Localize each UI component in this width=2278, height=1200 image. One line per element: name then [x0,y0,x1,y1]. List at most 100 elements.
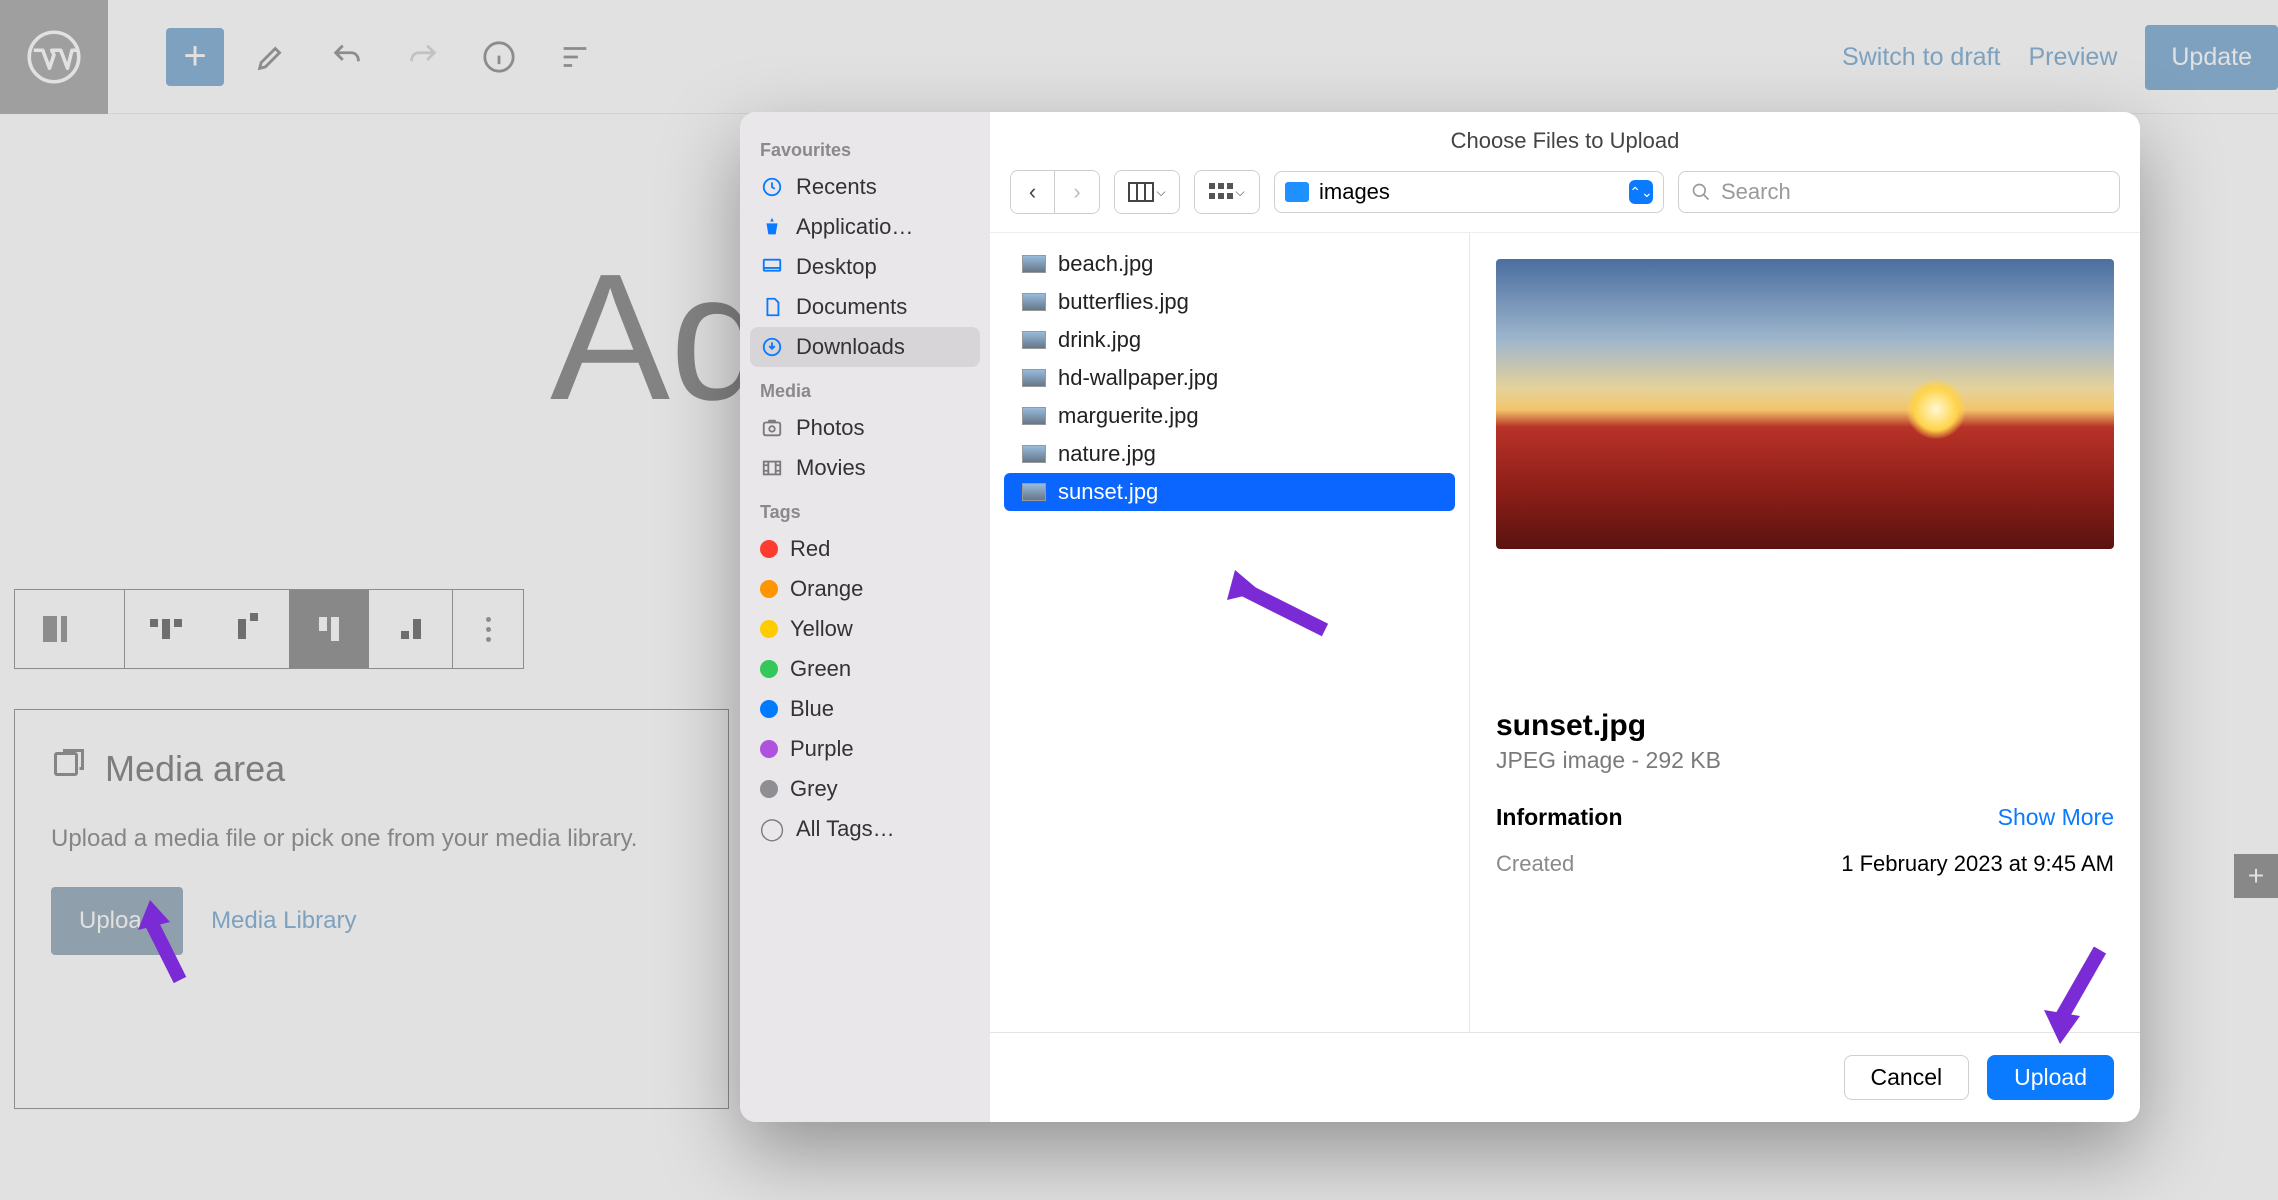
dropdown-chevron-icon: ⌃⌄ [1629,180,1653,204]
switch-to-draft-link[interactable]: Switch to draft [1842,43,2000,72]
align-none-button[interactable] [126,590,206,668]
tag-dot-icon [760,580,778,598]
annotation-arrow [1215,570,1335,650]
file-thumbnail-icon [1022,369,1046,387]
file-thumbnail-icon [1022,407,1046,425]
detail-filetype: JPEG image - 292 KB [1496,747,2114,774]
annotation-arrow [130,900,200,990]
tag-dot-icon [760,700,778,718]
sidebar-all-tags[interactable]: ◯All Tags… [750,809,980,849]
more-options-button[interactable] [453,590,523,668]
media-icon [51,746,87,791]
sidebar-section-favourites: Favourites [760,140,970,161]
file-thumbnail-icon [1022,255,1046,273]
nav-back-forward: ‹ › [1010,170,1100,214]
created-label: Created [1496,851,1574,877]
add-block-button[interactable]: + [166,28,224,86]
wordpress-logo[interactable] [0,0,108,114]
finder-sidebar: Favourites RecentsApplicatio…DesktopDocu… [740,112,990,1122]
file-row[interactable]: nature.jpg [1004,435,1455,473]
media-area-description: Upload a media file or pick one from you… [51,825,692,853]
media-area-title: Media area [105,748,285,790]
sidebar-tag-green[interactable]: Green [750,649,980,689]
nav-back-button[interactable]: ‹ [1011,171,1055,213]
align-bottom-button[interactable] [371,590,451,668]
file-row[interactable]: drink.jpg [1004,321,1455,359]
search-field[interactable]: Search [1678,171,2120,213]
post-title[interactable]: Ad [550,234,770,441]
tag-dot-icon [760,620,778,638]
applicatio-icon [760,215,784,239]
redo-icon[interactable] [394,28,452,86]
file-row[interactable]: hd-wallpaper.jpg [1004,359,1455,397]
sidebar-item-movies[interactable]: Movies [750,448,980,488]
file-thumbnail-icon [1022,445,1046,463]
created-value: 1 February 2023 at 9:45 AM [1841,851,2114,877]
sidebar-section-media: Media [760,381,970,402]
sidebar-item-desktop[interactable]: Desktop [750,247,980,287]
file-thumbnail-icon [1022,483,1046,501]
location-label: images [1319,179,1390,205]
information-label: Information [1496,804,1623,831]
edit-icon[interactable] [242,28,300,86]
movies-icon [760,456,784,480]
nav-forward-button[interactable]: › [1055,171,1099,213]
columns-view-icon[interactable]: ⌵ [1115,171,1179,213]
file-thumbnail-icon [1022,331,1046,349]
sidebar-tag-yellow[interactable]: Yellow [750,609,980,649]
location-dropdown[interactable]: images ⌃⌄ [1274,171,1664,213]
block-type-icon[interactable] [15,590,95,668]
group-by-icon[interactable]: ⌵ [1195,171,1259,213]
outline-icon[interactable] [546,28,604,86]
undo-icon[interactable] [318,28,376,86]
sidebar-tag-orange[interactable]: Orange [750,569,980,609]
documents-icon [760,295,784,319]
photos-icon [760,416,784,440]
annotation-arrow [2030,940,2120,1050]
tag-dot-icon [760,660,778,678]
sidebar-tag-blue[interactable]: Blue [750,689,980,729]
align-middle-button[interactable] [289,590,369,668]
sidebar-item-downloads[interactable]: Downloads [750,327,980,367]
update-button[interactable]: Update [2145,25,2278,90]
file-row[interactable]: butterflies.jpg [1004,283,1455,321]
desktop-icon [760,255,784,279]
sidebar-item-recents[interactable]: Recents [750,167,980,207]
view-mode-segment[interactable]: ⌵ [1114,170,1180,214]
file-row[interactable]: marguerite.jpg [1004,397,1455,435]
dialog-upload-button[interactable]: Upload [1987,1055,2114,1100]
tag-dot-icon [760,540,778,558]
sidebar-item-documents[interactable]: Documents [750,287,980,327]
show-more-link[interactable]: Show More [1998,804,2114,831]
file-preview [1496,259,2114,549]
preview-link[interactable]: Preview [2028,43,2117,72]
search-icon [1691,182,1711,202]
group-segment[interactable]: ⌵ [1194,170,1260,214]
add-block-side-button[interactable]: + [2234,854,2278,898]
dialog-title: Choose Files to Upload [990,112,2140,154]
dialog-footer: Cancel Upload [990,1032,2140,1122]
tag-dot-icon [760,780,778,798]
file-picker-dialog: Choose Files to Upload Favourites Recent… [740,112,2140,1122]
recents-icon [760,175,784,199]
info-icon[interactable] [470,28,528,86]
finder-toolbar: ‹ › ⌵ ⌵ images ⌃⌄ [990,152,2140,232]
downloads-icon [760,335,784,359]
search-placeholder: Search [1721,179,1791,205]
sidebar-item-applicatio[interactable]: Applicatio… [750,207,980,247]
file-thumbnail-icon [1022,293,1046,311]
sidebar-tag-grey[interactable]: Grey [750,769,980,809]
cancel-button[interactable]: Cancel [1844,1055,1970,1100]
media-library-link[interactable]: Media Library [211,907,356,935]
sidebar-tag-red[interactable]: Red [750,529,980,569]
sidebar-tag-purple[interactable]: Purple [750,729,980,769]
tag-dot-icon [760,740,778,758]
detail-filename: sunset.jpg [1496,709,2114,743]
folder-icon [1285,182,1309,202]
sidebar-item-photos[interactable]: Photos [750,408,980,448]
align-top-button[interactable] [208,590,288,668]
file-row[interactable]: sunset.jpg [1004,473,1455,511]
file-row[interactable]: beach.jpg [1004,245,1455,283]
sidebar-section-tags: Tags [760,502,970,523]
block-toolbar [14,589,524,669]
